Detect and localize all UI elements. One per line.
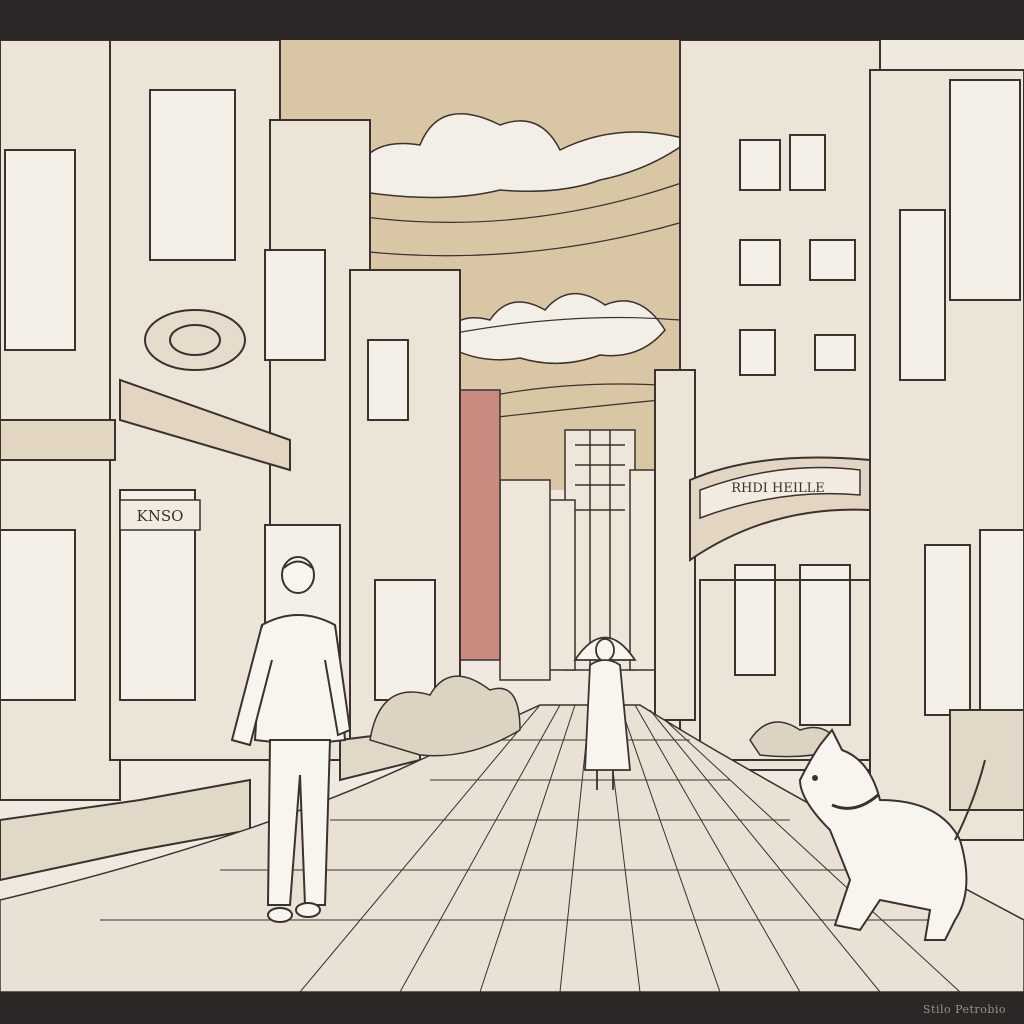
shop-banner-right-text: RHDI HEILLE [731,481,825,496]
shop-sign-left-text: KNSO [137,507,184,525]
right-buildings [654,40,1024,841]
street-scene: KNSO RHDI HEILLE [0,40,1024,992]
illustration-frame: KNSO RHDI HEILLE [0,40,1024,992]
artist-signature: Stilo Petrobio [922,1003,1006,1016]
